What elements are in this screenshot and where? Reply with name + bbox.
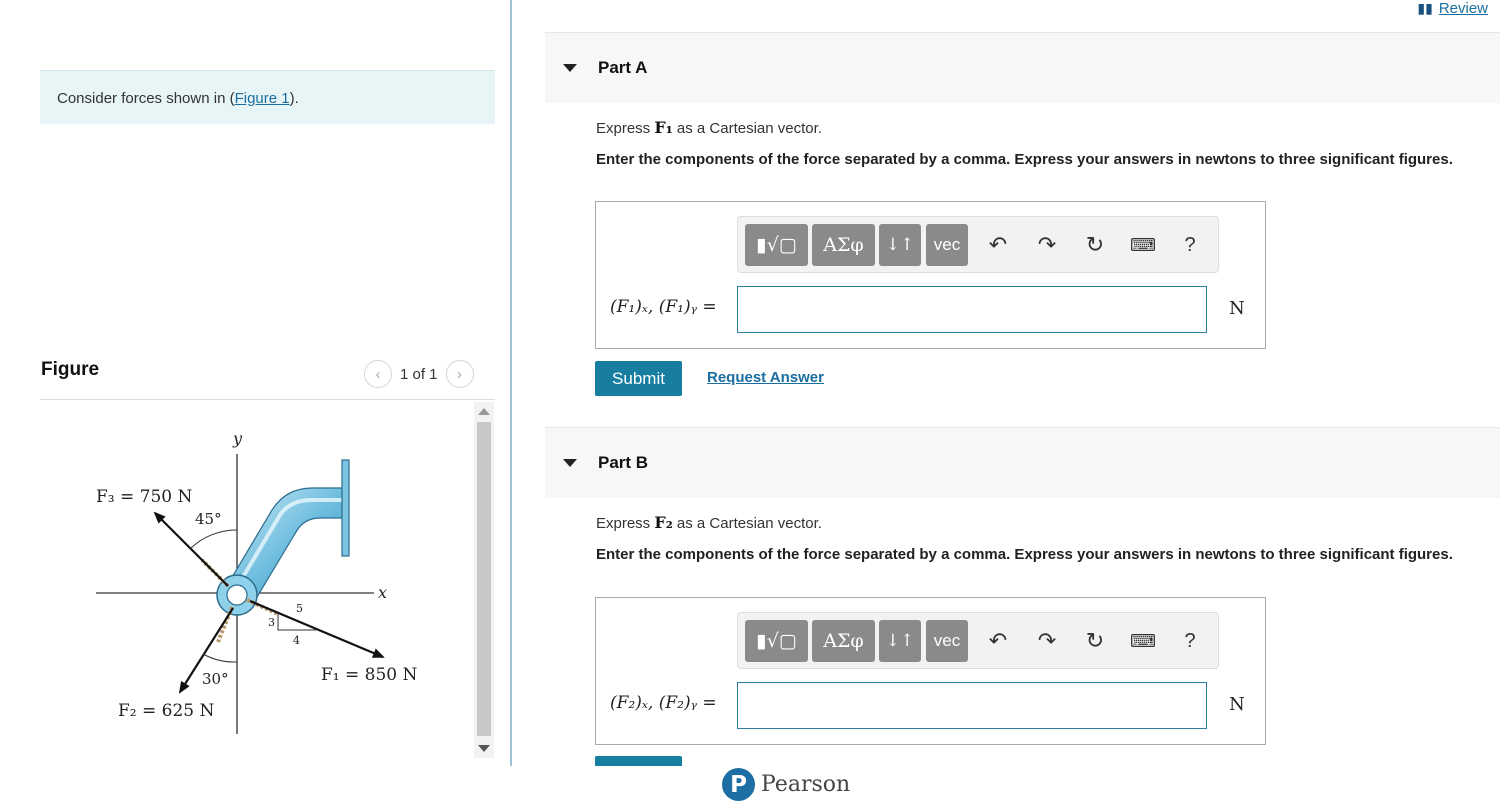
part-b-question-post: as a Cartesian vector. <box>672 515 822 532</box>
scroll-down-arrow-icon[interactable] <box>478 745 490 752</box>
left-pane: Consider forces shown in (Figure 1). Fig… <box>0 0 512 801</box>
part-a-answer-input[interactable] <box>737 286 1207 333</box>
wall-flange <box>341 459 350 557</box>
pager-count: 1 of 1 <box>400 365 438 383</box>
part-b-question: Express F₂ as a Cartesian vector. <box>596 513 822 532</box>
part-a-header[interactable]: Part A <box>545 32 1500 103</box>
arrows-label: ↓↑ <box>885 235 915 255</box>
triangle-label-5: 5 <box>296 602 303 615</box>
greek-label: ΑΣφ <box>823 630 864 652</box>
part-a-answer-label: (F₁)ₓ, (F₁)ᵧ = <box>610 297 717 317</box>
keyboard-icon[interactable]: ⌨ <box>1123 621 1163 661</box>
figure-diagram: y x F₃ = 750 N 45° F₁ = 850 N 30° F₂ = 6… <box>40 402 475 758</box>
part-a-question-vector: F₁ <box>654 118 673 137</box>
reset-icon[interactable]: ↻ <box>1075 225 1115 265</box>
part-a-math-toolbar: ▮√▢ ΑΣφ ↓↑ vec ↶ ↷ ↻ ⌨ ? <box>737 216 1219 273</box>
part-b-math-toolbar: ▮√▢ ΑΣφ ↓↑ vec ↶ ↷ ↻ ⌨ ? <box>737 612 1219 669</box>
part-a-unit: N <box>1229 298 1245 319</box>
figure-pager: ‹ 1 of 1 › <box>364 360 474 388</box>
part-a-request-answer-link[interactable]: Request Answer <box>707 369 824 386</box>
ring-hole <box>226 584 248 606</box>
part-b-title: Part B <box>598 453 649 472</box>
pane-divider[interactable] <box>510 0 512 766</box>
part-a-question: Express F₁ as a Cartesian vector. <box>596 118 822 137</box>
scroll-up-arrow-icon[interactable] <box>478 408 490 415</box>
part-b-instructions: Enter the components of the force separa… <box>596 546 1453 563</box>
caret-down-icon[interactable] <box>563 64 577 72</box>
angle-arc-45 <box>189 529 238 550</box>
f2-angle-label: 30° <box>202 670 229 688</box>
keyboard-icon[interactable]: ⌨ <box>1123 225 1163 265</box>
vec-label: vec <box>933 235 961 254</box>
f3-label: F₃ = 750 N <box>96 487 193 507</box>
redo-icon[interactable]: ↷ <box>1027 225 1067 265</box>
next-figure-button[interactable]: › <box>445 360 474 388</box>
caret-down-icon[interactable] <box>563 459 577 467</box>
part-a-answer-box: ▮√▢ ΑΣφ ↓↑ vec ↶ ↷ ↻ ⌨ ? (F₁)ₓ, (F₁)ᵧ = … <box>595 201 1266 349</box>
part-a-question-post: as a Cartesian vector. <box>672 120 822 137</box>
arrow-f1 <box>249 599 385 659</box>
book-icon: ▮▮ <box>1417 0 1433 16</box>
angle-arc-30 <box>202 653 238 663</box>
templates-icon: ▮√▢ <box>756 630 797 652</box>
help-button[interactable]: ? <box>1170 225 1210 265</box>
greek-button[interactable]: ΑΣφ <box>812 224 875 266</box>
figure-link[interactable]: Figure 1 <box>235 90 290 107</box>
prev-figure-button[interactable]: ‹ <box>364 360 392 388</box>
vec-label: vec <box>933 631 961 650</box>
undo-icon[interactable]: ↶ <box>978 225 1018 265</box>
part-b-question-vector: F₂ <box>654 513 673 532</box>
scroll-thumb[interactable] <box>477 422 491 736</box>
triangle-label-4: 4 <box>293 634 300 647</box>
greek-button[interactable]: ΑΣφ <box>812 620 875 662</box>
x-axis-label: x <box>378 583 387 602</box>
f2-label: F₂ = 625 N <box>118 701 215 721</box>
part-b-answer-input[interactable] <box>737 682 1207 729</box>
part-a-question-pre: Express <box>596 120 655 137</box>
redo-icon[interactable]: ↷ <box>1027 621 1067 661</box>
part-a-instructions: Enter the components of the force separa… <box>596 151 1453 168</box>
reset-icon[interactable]: ↻ <box>1075 621 1115 661</box>
templates-button[interactable]: ▮√▢ <box>745 620 808 662</box>
part-b-answer-box: ▮√▢ ΑΣφ ↓↑ vec ↶ ↷ ↻ ⌨ ? (F₂)ₓ, (F₂)ᵧ = … <box>595 597 1266 745</box>
f1-label: F₁ = 850 N <box>321 665 418 685</box>
part-a-submit-button[interactable]: Submit <box>595 361 682 396</box>
arrows-label: ↓↑ <box>885 631 915 651</box>
chevron-left-icon: ‹ <box>375 365 381 383</box>
chevron-right-icon: › <box>457 365 463 383</box>
arrows-button[interactable]: ↓↑ <box>879 620 921 662</box>
templates-button[interactable]: ▮√▢ <box>745 224 808 266</box>
figure-title: Figure <box>41 359 100 380</box>
help-button[interactable]: ? <box>1170 621 1210 661</box>
vec-button[interactable]: vec <box>926 224 968 266</box>
part-b-answer-label: (F₂)ₓ, (F₂)ᵧ = <box>610 693 717 713</box>
part-a-title: Part A <box>598 58 648 77</box>
pearson-p-icon: P <box>722 768 755 801</box>
f3-angle-label: 45° <box>195 510 222 528</box>
pearson-logo: P Pearson <box>722 768 850 801</box>
part-b-question-pre: Express <box>596 515 655 532</box>
intro-suffix: ). <box>289 90 299 107</box>
part-b-submit-button[interactable] <box>595 756 682 766</box>
greek-label: ΑΣφ <box>823 234 864 256</box>
force-diagram: y x F₃ = 750 N 45° F₁ = 850 N 30° F₂ = 6… <box>96 429 418 734</box>
intro-prefix: Consider forces shown in ( <box>57 90 235 107</box>
slope-triangle <box>277 614 316 631</box>
vec-button[interactable]: vec <box>926 620 968 662</box>
review-label: Review <box>1438 0 1488 17</box>
review-link[interactable]: ▮▮ Review <box>1417 0 1488 17</box>
undo-icon[interactable]: ↶ <box>978 621 1018 661</box>
pearson-wordmark: Pearson <box>761 772 851 797</box>
figure-divider <box>40 399 495 400</box>
templates-icon: ▮√▢ <box>756 234 797 256</box>
part-b-header[interactable]: Part B <box>545 427 1500 498</box>
intro-box: Consider forces shown in (Figure 1). <box>40 70 495 124</box>
triangle-label-3: 3 <box>268 616 275 629</box>
arrows-button[interactable]: ↓↑ <box>879 224 921 266</box>
figure-scrollbar[interactable] <box>474 402 494 758</box>
part-b-unit: N <box>1229 694 1245 715</box>
y-axis-label: y <box>232 429 243 448</box>
